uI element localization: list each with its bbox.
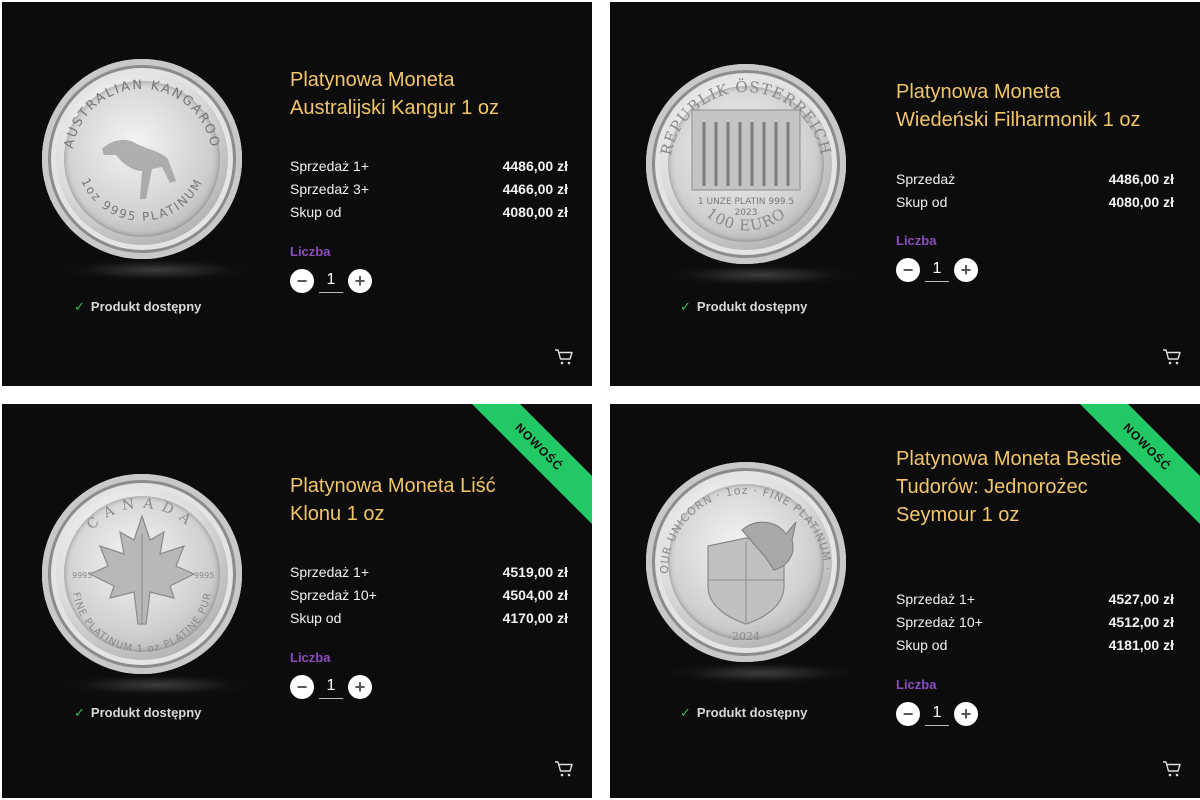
product-card-seymour-unicorn[interactable]: NOWOŚĆ SEYMOUR UNICORN · 1oz · FINE PLAT…: [610, 404, 1200, 798]
svg-text:AUSTRALIAN KANGAROO: AUSTRALIAN KANGAROO: [62, 78, 222, 150]
price-label: Skup od: [896, 637, 948, 653]
coin: AUSTRALIAN KANGAROO 1oz 9995 PLATINUM: [42, 59, 242, 259]
price-row: Skup od 4181,00 zł: [896, 634, 1174, 657]
price-value: 4527,00 zł: [1108, 591, 1174, 607]
quantity-stepper: − 1 +: [290, 674, 372, 699]
price-row: Skup od 4170,00 zł: [290, 607, 568, 630]
price-value: 4080,00 zł: [1108, 194, 1174, 210]
product-title[interactable]: Platynowa Moneta Australijski Kangur 1 o…: [290, 66, 550, 122]
quantity-stepper: − 1 +: [896, 701, 978, 726]
product-title[interactable]: Platynowa Moneta Bestie Tudorów: Jednoro…: [896, 445, 1126, 529]
price-list: Sprzedaż 1+ 4486,00 zł Sprzedaż 3+ 4466,00…: [290, 155, 568, 224]
price-row: Sprzedaż 10+ 4504,00 zł: [290, 584, 568, 607]
product-card-philharmonic[interactable]: REPUBLIK ÖSTERREICH 1 UNZE PLATIN 999.5 …: [610, 2, 1200, 386]
decrease-button[interactable]: −: [896, 257, 920, 282]
increase-button[interactable]: +: [348, 674, 372, 699]
quantity-input[interactable]: 1: [925, 701, 949, 726]
price-value: 4504,00 zł: [502, 587, 568, 603]
coin: REPUBLIK ÖSTERREICH 1 UNZE PLATIN 999.5 …: [646, 64, 846, 264]
increase-button[interactable]: +: [954, 701, 978, 726]
philharmonic-coin-design: REPUBLIK ÖSTERREICH 1 UNZE PLATIN 999.5 …: [657, 78, 834, 235]
kangaroo-coin-design: AUSTRALIAN KANGAROO 1oz 9995 PLATINUM: [62, 78, 222, 224]
price-row: Sprzedaż 10+ 4512,00 zł: [896, 611, 1174, 634]
cart-icon[interactable]: [554, 760, 574, 778]
coin-image-kangaroo[interactable]: AUSTRALIAN KANGAROO 1oz 9995 PLATINUM: [42, 59, 252, 281]
price-label: Skup od: [290, 204, 342, 220]
coin: CANADA FINE PLATINUM 1 oz PLATINE PUR 99…: [42, 474, 242, 674]
price-label: Sprzedaż: [896, 171, 956, 187]
svg-text:9995: 9995: [72, 571, 92, 580]
coin: SEYMOUR UNICORN · 1oz · FINE PLATINUM · …: [646, 462, 846, 662]
check-icon: ✓: [74, 299, 85, 314]
quantity-stepper: − 1 +: [896, 257, 978, 282]
svg-text:2024: 2024: [732, 630, 760, 643]
unicorn-coin-design: SEYMOUR UNICORN · 1oz · FINE PLATINUM · …: [646, 462, 833, 643]
quantity-input[interactable]: 1: [319, 268, 343, 293]
price-label: Sprzedaż 10+: [896, 614, 983, 630]
coin-image-philharmonic[interactable]: REPUBLIK ÖSTERREICH 1 UNZE PLATIN 999.5 …: [646, 64, 856, 286]
svg-text:9995: 9995: [194, 571, 214, 580]
price-row: Sprzedaż 1+ 4486,00 zł: [290, 155, 568, 178]
quantity-input[interactable]: 1: [925, 257, 949, 282]
coin-shadow: [62, 674, 252, 696]
coin-image-maple-leaf[interactable]: CANADA FINE PLATINUM 1 oz PLATINE PUR 99…: [42, 474, 252, 696]
availability-status: ✓ Produkt dostępny: [74, 299, 202, 314]
price-row: Sprzedaż 1+ 4519,00 zł: [290, 561, 568, 584]
price-row: Sprzedaż 3+ 4466,00 zł: [290, 178, 568, 201]
coin-shadow: [666, 662, 856, 684]
price-label: Sprzedaż 3+: [290, 181, 369, 197]
price-label: Sprzedaż 1+: [290, 158, 369, 174]
maple-leaf-coin-design: CANADA FINE PLATINUM 1 oz PLATINE PUR 99…: [70, 495, 215, 655]
price-list: Sprzedaż 1+ 4519,00 zł Sprzedaż 10+ 4504,0…: [290, 561, 568, 630]
price-row: Skup od 4080,00 zł: [290, 201, 568, 224]
cart-icon[interactable]: [1162, 348, 1182, 366]
price-label: Skup od: [290, 610, 342, 626]
price-value: 4486,00 zł: [1108, 171, 1174, 187]
product-card-maple-leaf[interactable]: NOWOŚĆ CANADA FINE PLATINUM 1 oz PLATINE…: [2, 404, 592, 798]
price-value: 4519,00 zł: [502, 564, 568, 580]
increase-button[interactable]: +: [348, 268, 372, 293]
price-row: Skup od 4080,00 zł: [896, 191, 1174, 214]
price-label: Sprzedaż 1+: [896, 591, 975, 607]
availability-status: ✓ Produkt dostępny: [680, 705, 808, 720]
quantity-label: Liczba: [290, 244, 331, 259]
product-card-kangaroo[interactable]: AUSTRALIAN KANGAROO 1oz 9995 PLATINUM ✓ P…: [2, 2, 592, 386]
check-icon: ✓: [74, 705, 85, 720]
cart-icon[interactable]: [1162, 760, 1182, 778]
quantity-input[interactable]: 1: [319, 674, 343, 699]
quantity-label: Liczba: [896, 677, 937, 692]
price-value: 4512,00 zł: [1108, 614, 1174, 630]
availability-status: ✓ Produkt dostępny: [680, 299, 808, 314]
decrease-button[interactable]: −: [896, 701, 920, 726]
product-title[interactable]: Platynowa Moneta Liść Klonu 1 oz: [290, 472, 520, 528]
decrease-button[interactable]: −: [290, 268, 314, 293]
price-list: Sprzedaż 1+ 4527,00 zł Sprzedaż 10+ 4512,0…: [896, 588, 1174, 657]
price-value: 4080,00 zł: [502, 204, 568, 220]
price-label: Sprzedaż 10+: [290, 587, 377, 603]
decrease-button[interactable]: −: [290, 674, 314, 699]
quantity-label: Liczba: [896, 233, 937, 248]
availability-status: ✓ Produkt dostępny: [74, 705, 202, 720]
price-label: Skup od: [896, 194, 948, 210]
price-value: 4181,00 zł: [1108, 637, 1174, 653]
increase-button[interactable]: +: [954, 257, 978, 282]
check-icon: ✓: [680, 299, 691, 314]
cart-icon[interactable]: [554, 348, 574, 366]
quantity-stepper: − 1 +: [290, 268, 372, 293]
price-value: 4486,00 zł: [502, 158, 568, 174]
coin-shadow: [666, 264, 856, 286]
coin-image-seymour-unicorn[interactable]: SEYMOUR UNICORN · 1oz · FINE PLATINUM · …: [646, 462, 856, 684]
price-value: 4466,00 zł: [502, 181, 568, 197]
coin-shadow: [62, 259, 252, 281]
price-list: Sprzedaż 4486,00 zł Skup od 4080,00 zł: [896, 168, 1174, 214]
check-icon: ✓: [680, 705, 691, 720]
price-row: Sprzedaż 1+ 4527,00 zł: [896, 588, 1174, 611]
price-value: 4170,00 zł: [502, 610, 568, 626]
price-label: Sprzedaż 1+: [290, 564, 369, 580]
price-row: Sprzedaż 4486,00 zł: [896, 168, 1174, 191]
quantity-label: Liczba: [290, 650, 331, 665]
product-title[interactable]: Platynowa Moneta Wiedeński Filharmonik 1…: [896, 78, 1156, 134]
